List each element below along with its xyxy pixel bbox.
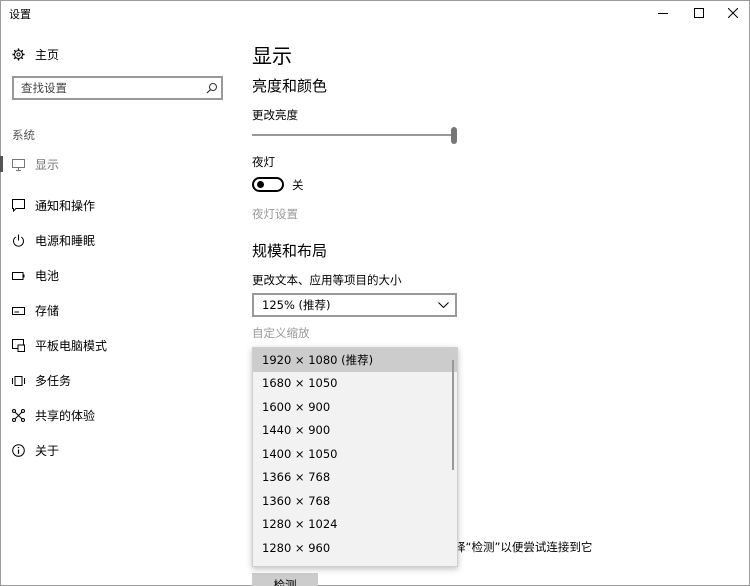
sidebar-item-display[interactable]: 显示 [0,153,240,176]
sidebar-item-label: 通知和操作 [35,199,96,213]
sidebar-item-power[interactable]: 电源和睡眠 [0,223,240,258]
resolution-option[interactable]: 1600 × 900 [253,395,457,419]
night-light-state: 关 [292,178,304,192]
sidebar-item-multitasking[interactable]: 多任务 [0,363,240,398]
resolution-option[interactable]: 1920 × 1080 (推荐) [253,348,457,372]
search-field[interactable] [12,76,223,100]
resolution-option[interactable]: 1400 × 1050 [253,442,457,466]
sidebar-item-battery[interactable]: 电池 [0,258,240,293]
night-light-label: 夜灯 [252,155,275,169]
sidebar-item-label: 平板电脑模式 [35,339,108,353]
section-label: 系统 [12,128,35,142]
sidebar-item-label: 主页 [35,47,60,62]
sidebar-item-label: 存储 [35,304,60,318]
sidebar-item-label: 显示 [35,158,60,172]
sidebar-item-label: 共享的体验 [35,409,96,423]
share-icon [11,409,25,423]
power-icon [11,234,25,248]
monitor-icon [11,158,25,172]
minimize-icon [658,13,668,14]
close-icon [728,8,738,18]
active-indicator [0,156,3,172]
message-icon [11,199,25,213]
chevron-down-icon [431,302,455,308]
detect-button[interactable]: 检测 [252,573,318,586]
maximize-button[interactable] [682,0,716,26]
night-light-toggle[interactable] [252,177,284,192]
page-title: 显示 [252,44,292,68]
minimize-button[interactable] [646,0,680,26]
sidebar-item-about[interactable]: 关于 [0,433,240,468]
night-light-settings-link[interactable]: 夜灯设置 [252,206,298,222]
storage-icon [11,304,25,318]
sidebar-item-label: 关于 [35,444,60,458]
scale-layout-heading: 规模和布局 [252,242,328,260]
toggle-knob [257,181,264,188]
resolution-option[interactable]: 1280 × 960 [253,536,457,560]
resolution-option[interactable]: 1360 × 768 [253,489,457,513]
brightness-slider-thumb[interactable] [451,127,457,144]
sidebar-nav: 显示 通知和操作 电源和睡眠 电池 存储 平板电脑模式 多任务 共享的体验 关于 [0,153,240,468]
sidebar-item-tablet-mode[interactable]: 平板电脑模式 [0,328,240,363]
brightness-slider-track[interactable] [252,134,454,136]
sidebar-item-storage[interactable]: 存储 [0,293,240,328]
sidebar-item-home[interactable]: 主页 [11,44,231,64]
resolution-option[interactable]: 1680 × 1050 [253,372,457,396]
scale-dropdown-value: 125% (推荐) [262,298,331,312]
close-button[interactable] [716,0,750,26]
maximize-icon [694,8,704,18]
sidebar-item-shared-experiences[interactable]: 共享的体验 [0,398,240,433]
sidebar-item-notifications[interactable]: 通知和操作 [0,188,240,223]
sidebar-item-label: 多任务 [35,374,72,388]
sidebar-item-label: 电池 [35,269,60,283]
search-input[interactable] [14,81,203,95]
sidebar-item-label: 电源和睡眠 [35,234,96,248]
dropdown-scrollbar[interactable] [452,360,454,470]
info-icon [11,444,25,458]
text-size-label: 更改文本、应用等项目的大小 [252,273,402,287]
custom-scaling-link[interactable]: 自定义缩放 [252,325,310,341]
brightness-heading: 亮度和颜色 [252,77,328,95]
multitask-icon [11,374,25,388]
search-icon[interactable] [203,82,221,94]
resolution-option[interactable]: 1440 × 900 [253,419,457,443]
brightness-label: 更改亮度 [252,108,298,122]
resolution-option[interactable]: 1280 × 1024 [253,513,457,537]
resolution-dropdown-list[interactable]: 1920 × 1080 (推荐) 1680 × 1050 1600 × 900 … [252,347,458,567]
resolution-option[interactable]: 1366 × 768 [253,466,457,490]
detect-hint-text: 择“检测”以便尝试连接到它 [454,540,593,554]
gear-icon [11,47,25,61]
battery-icon [11,269,25,283]
tablet-icon [11,339,25,353]
title-bar: 设置 [0,0,750,26]
scale-dropdown[interactable]: 125% (推荐) [252,293,457,317]
window-title: 设置 [9,8,31,21]
